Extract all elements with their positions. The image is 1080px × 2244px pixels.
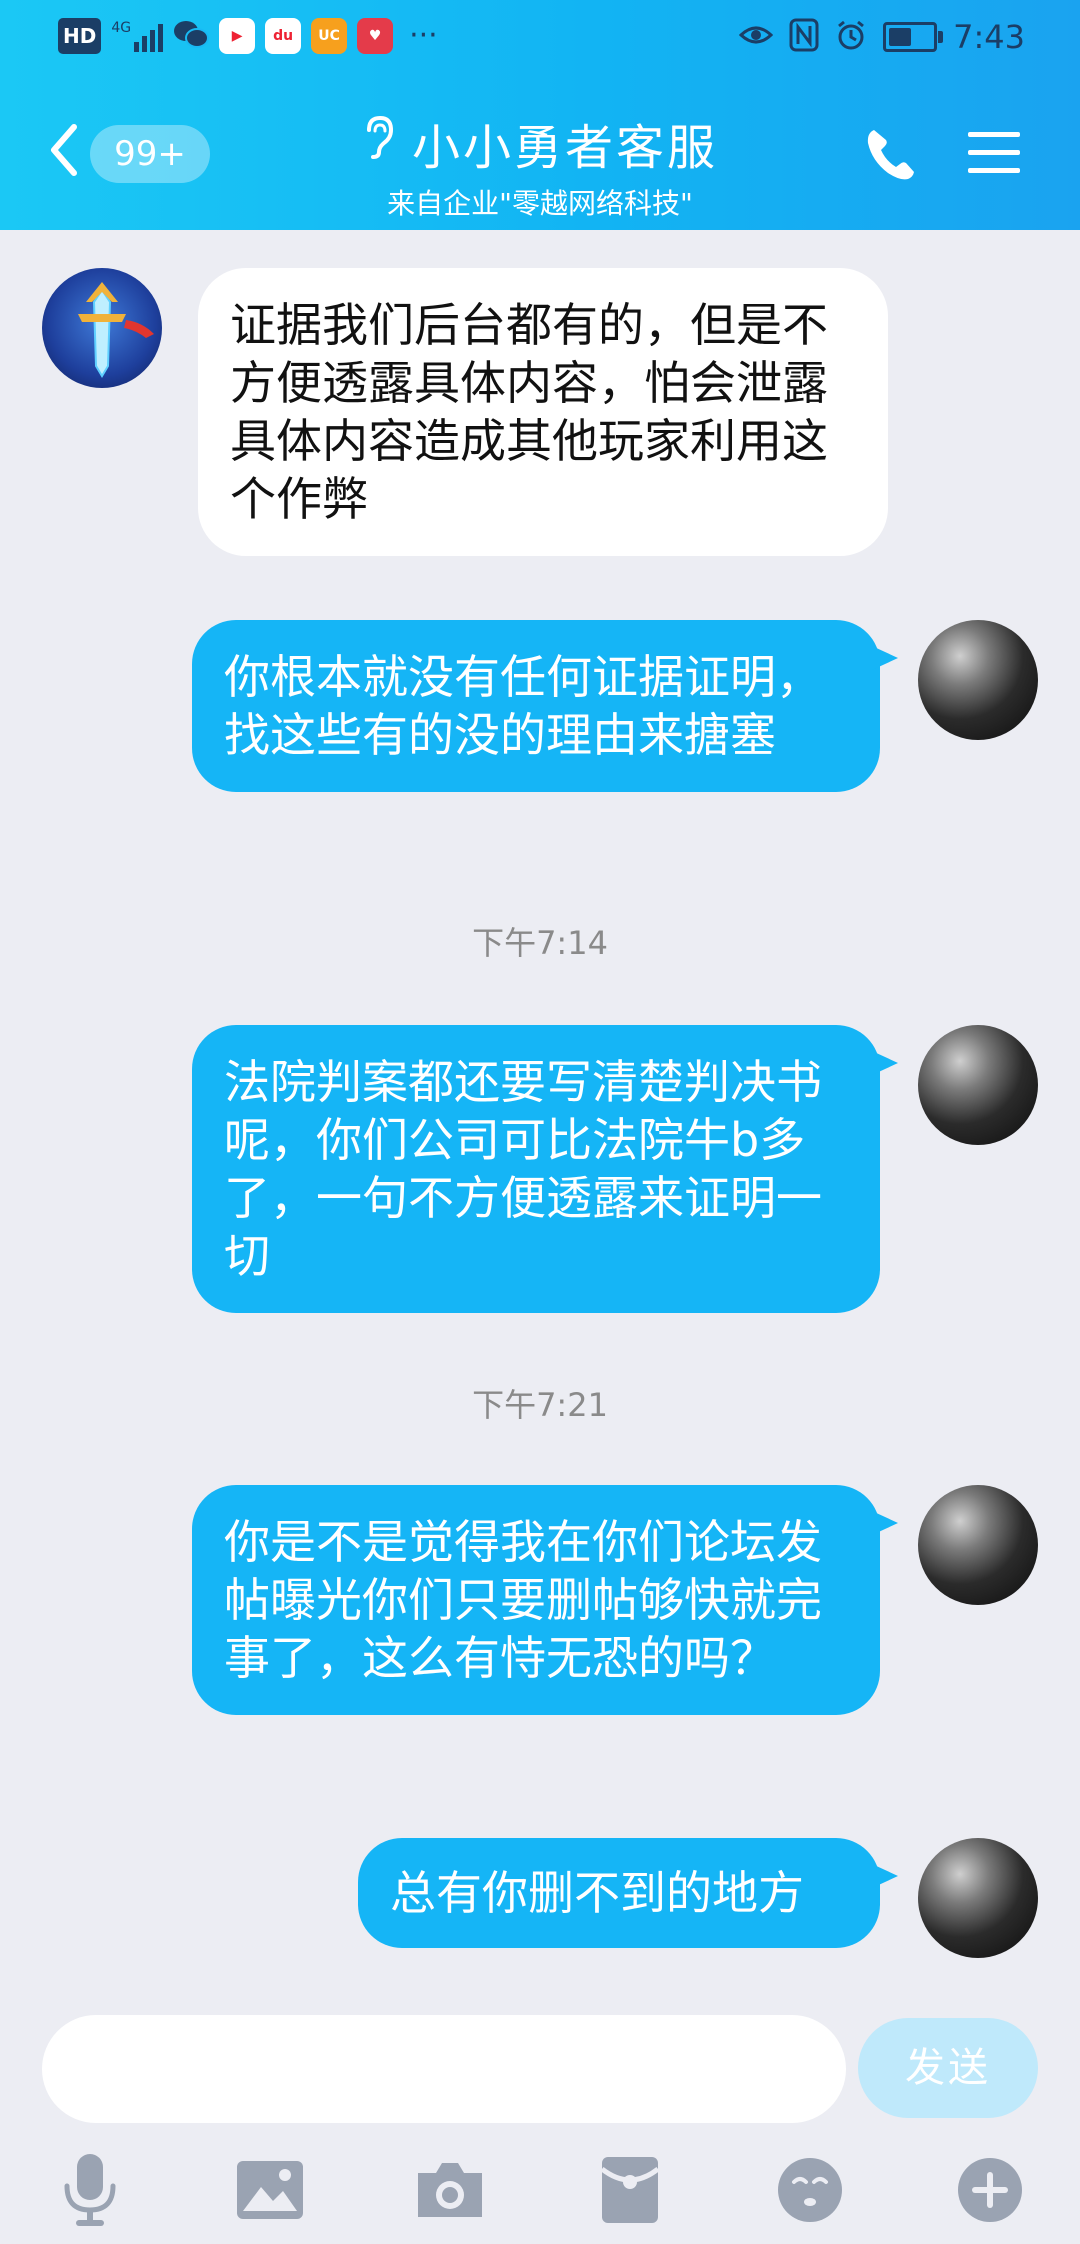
uc-browser-icon: UC <box>311 18 348 54</box>
chat-title-row: 小小勇者客服 <box>362 108 718 178</box>
network-label: 4G <box>111 20 132 36</box>
status-right: 7:43 <box>738 18 1025 56</box>
message-bubble-outgoing[interactable]: 你根本就没有任何证据证明，找这些有的没的理由来搪塞 <box>192 620 898 792</box>
message-bubble-outgoing[interactable]: 法院判案都还要写清楚判决书呢，你们公司可比法院牛b多了，一句不方便透露来证明一切 <box>192 1025 898 1313</box>
hd-badge: HD <box>58 18 102 54</box>
emoji-button[interactable] <box>770 2150 850 2230</box>
chat-title: 小小勇者客服 <box>411 120 718 176</box>
mic-button[interactable] <box>50 2150 130 2230</box>
sword-emblem-icon <box>78 282 154 378</box>
status-left: HD 4G ▶ du UC ♥ ··· <box>58 18 438 54</box>
signal-icon: 4G <box>111 20 164 52</box>
message-bubble-outgoing[interactable]: 你是不是觉得我在你们论坛发帖曝光你们只要删帖够快就完事了，这么有恃无恐的吗？ <box>192 1485 898 1715</box>
hamburger-menu-icon <box>968 132 1020 173</box>
mic-icon <box>64 2154 116 2226</box>
video-app-icon: ▶ <box>219 18 256 54</box>
message-timestamp: 下午7:14 <box>472 924 608 962</box>
menu-button[interactable] <box>965 128 1023 178</box>
message-text: 你根本就没有任何证据证明，找这些有的没的理由来搪塞 <box>224 650 822 762</box>
my-avatar[interactable] <box>918 1025 1038 1145</box>
message-timestamp: 下午7:21 <box>472 1386 608 1424</box>
message-text: 你是不是觉得我在你们论坛发帖曝光你们只要删帖够快就完事了，这么有恃无恐的吗？ <box>224 1515 822 1685</box>
send-button[interactable]: 发送 <box>858 2018 1038 2118</box>
baidu-app-icon: du <box>265 18 302 54</box>
phone-icon <box>867 130 914 180</box>
clock: 7:43 <box>953 18 1025 56</box>
more-notifications-icon: ··· <box>409 18 438 53</box>
my-avatar[interactable] <box>918 1485 1038 1605</box>
chat-title-area: 小小勇者客服 来自企业"零越网络科技" <box>0 108 1080 222</box>
camera-icon <box>418 2163 482 2217</box>
message-input-field[interactable] <box>74 2015 818 2125</box>
plus-icon <box>958 2158 1022 2222</box>
message-text: 法院判案都还要写清楚判决书呢，你们公司可比法院牛b多了，一句不方便透露来证明一切 <box>224 1055 822 1283</box>
message-input[interactable] <box>42 2015 846 2125</box>
input-toolbar <box>0 2140 1080 2240</box>
huawei-app-icon: ♥ <box>357 18 394 54</box>
wechat-icon <box>173 18 210 54</box>
message-bubble-outgoing[interactable]: 总有你删不到的地方 <box>358 1838 898 1948</box>
status-bar: HD 4G ▶ du UC ♥ ··· 7:43 <box>0 0 1080 80</box>
chat-header: HD 4G ▶ du UC ♥ ··· 7:43 99+ 小小勇者客服 来自企业… <box>0 0 1080 230</box>
my-avatar[interactable] <box>918 1838 1038 1958</box>
red-packet-button[interactable] <box>590 2150 670 2230</box>
my-avatar[interactable] <box>918 620 1038 740</box>
call-button[interactable] <box>862 125 918 185</box>
camera-button[interactable] <box>410 2150 490 2230</box>
service-avatar[interactable] <box>42 268 162 388</box>
eye-comfort-icon <box>738 22 774 52</box>
image-icon <box>237 2161 303 2219</box>
image-button[interactable] <box>230 2150 310 2230</box>
message-bubble-incoming[interactable]: 证据我们后台都有的，但是不方便透露具体内容，怕会泄露具体内容造成其他玩家利用这个… <box>198 268 888 556</box>
battery-icon <box>883 22 944 52</box>
ear-icon <box>362 114 394 172</box>
nfc-icon <box>789 18 819 56</box>
chat-subtitle: 来自企业"零越网络科技" <box>387 187 693 220</box>
alarm-icon <box>835 19 867 55</box>
emoji-icon <box>778 2158 842 2222</box>
more-button[interactable] <box>950 2150 1030 2230</box>
red-packet-icon <box>600 2157 660 2223</box>
message-text: 总有你删不到的地方 <box>390 1866 804 1920</box>
